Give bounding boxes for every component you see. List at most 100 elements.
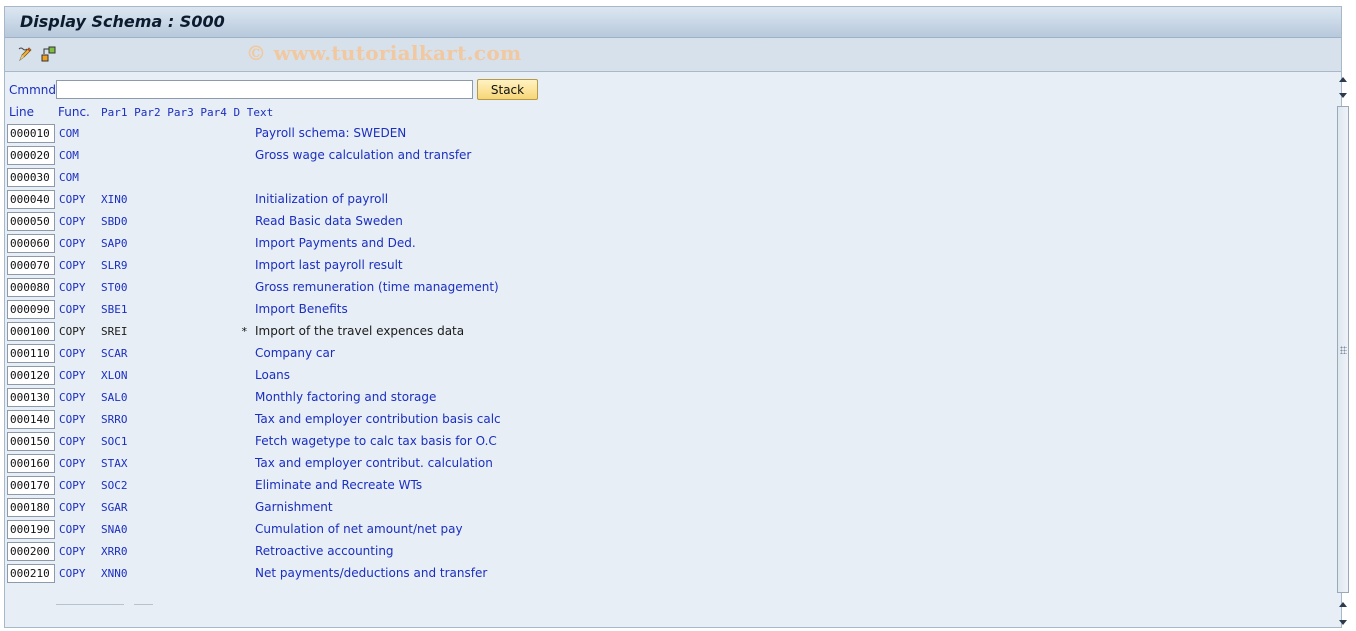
line-number-field[interactable]: 000140	[7, 410, 55, 429]
line-number-field[interactable]: 000020	[7, 146, 55, 165]
parameter1-cell: STAX	[101, 457, 128, 470]
table-row[interactable]: 000200 COPY XRR0 Retroactive accounting	[5, 541, 805, 563]
empty-func-field[interactable]	[134, 604, 153, 605]
deactivation-flag: *	[241, 325, 248, 338]
parameter1-cell: ST00	[101, 281, 128, 294]
line-number-field[interactable]: 000050	[7, 212, 55, 231]
function-cell: COPY	[59, 567, 86, 580]
table-row[interactable]: 000210 COPY XNN0 Net payments/deductions an…	[5, 563, 805, 585]
table-row[interactable]: 000150 COPY SOC1 Fetch wagetype to calc tax…	[5, 431, 805, 453]
line-number-field[interactable]: 000060	[7, 234, 55, 253]
table-row[interactable]: 000130 COPY SAL0 Monthly factoring and stor…	[5, 387, 805, 409]
vertical-scrollbar[interactable]	[1336, 72, 1352, 629]
table-row[interactable]: 000060 COPY SAP0 Import Payments and Ded.	[5, 233, 805, 255]
line-number-field[interactable]: 000200	[7, 542, 55, 561]
command-input[interactable]	[56, 80, 473, 99]
text-cell: Gross remuneration (time management)	[255, 280, 499, 294]
line-number-field[interactable]: 000090	[7, 300, 55, 319]
table-row[interactable]: 000050 COPY SBD0 Read Basic data Sweden	[5, 211, 805, 233]
text-cell: Monthly factoring and storage	[255, 390, 437, 404]
table-row[interactable]: 000140 COPY SRRO Tax and employer contribut…	[5, 409, 805, 431]
parameter1-cell: SBE1	[101, 303, 128, 316]
line-number-field[interactable]: 000070	[7, 256, 55, 275]
line-number-field[interactable]: 000170	[7, 476, 55, 495]
line-number-field[interactable]: 000120	[7, 366, 55, 385]
table-row[interactable]: 000180 COPY SGAR Garnishment	[5, 497, 805, 519]
grip-icon	[1340, 345, 1347, 354]
text-cell: Payroll schema: SWEDEN	[255, 126, 407, 140]
function-cell: COPY	[59, 369, 86, 382]
table-row[interactable]: 000170 COPY SOC2 Eliminate and Recreate WTs	[5, 475, 805, 497]
arrow-down-icon	[1339, 92, 1347, 98]
structure-icon[interactable]	[40, 45, 58, 63]
schema-window: Display Schema : S000 © www.tutorialkart…	[4, 6, 1342, 628]
column-header-line: Line	[9, 105, 35, 119]
function-cell: COPY	[59, 259, 86, 272]
parameter1-cell: SCAR	[101, 347, 128, 360]
table-row[interactable]: 000010 COM Payroll schema: SWEDEN	[5, 123, 805, 145]
stack-button[interactable]: Stack	[477, 79, 538, 100]
scrollbar-thumb[interactable]	[1337, 106, 1349, 593]
line-number-field[interactable]: 000100	[7, 322, 55, 341]
line-number-field[interactable]: 000130	[7, 388, 55, 407]
line-number-field[interactable]: 000150	[7, 432, 55, 451]
text-cell: Eliminate and Recreate WTs	[255, 478, 423, 492]
table-row[interactable]: 000100 COPY SREI * Import of the travel expe…	[5, 321, 805, 343]
empty-line-field[interactable]	[56, 604, 124, 605]
parameter1-cell: SGAR	[101, 501, 128, 514]
parameter1-cell: XRR0	[101, 545, 128, 558]
watermark: © www.tutorialkart.com	[246, 41, 522, 65]
table-row[interactable]: 000160 COPY STAX Tax and employer contribut…	[5, 453, 805, 475]
column-header-func: Func.	[58, 105, 90, 119]
scroll-page-up-button[interactable]	[1336, 597, 1350, 611]
line-number-field[interactable]: 000110	[7, 344, 55, 363]
table-row[interactable]: 000030 COM	[5, 167, 805, 189]
parameter1-cell: XNN0	[101, 567, 128, 580]
function-cell: COPY	[59, 237, 86, 250]
table-row[interactable]: 000070 COPY SLR9 Import last payroll result	[5, 255, 805, 277]
text-cell: Loans	[255, 368, 291, 382]
line-number-field[interactable]: 000080	[7, 278, 55, 297]
line-number-field[interactable]: 000190	[7, 520, 55, 539]
function-cell: COPY	[59, 347, 86, 360]
function-cell: COM	[59, 149, 79, 162]
function-cell: COPY	[59, 501, 86, 514]
scroll-up-button[interactable]	[1336, 72, 1350, 86]
parameter1-cell: SOC1	[101, 435, 128, 448]
column-header-params: Par1 Par2 Par3 Par4 D Text	[101, 106, 274, 119]
arrow-up-icon	[1339, 601, 1347, 607]
text-cell: Gross wage calculation and transfer	[255, 148, 472, 162]
parameter1-cell: SOC2	[101, 479, 128, 492]
function-cell: COPY	[59, 435, 86, 448]
table-row[interactable]: 000120 COPY XLON Loans	[5, 365, 805, 387]
table-row[interactable]: 000110 COPY SCAR Company car	[5, 343, 805, 365]
text-cell: Company car	[255, 346, 335, 360]
scroll-page-down-button[interactable]	[1336, 88, 1350, 102]
parameter1-cell: SRRO	[101, 413, 128, 426]
line-number-field[interactable]: 000210	[7, 564, 55, 583]
function-cell: COPY	[59, 303, 86, 316]
schema-content: Cmmnd Stack Line Func. Par1 Par2 Par3 Pa…	[5, 72, 1325, 627]
parameter1-cell: SREI	[101, 325, 128, 338]
line-number-field[interactable]: 000180	[7, 498, 55, 517]
command-label: Cmmnd	[9, 83, 56, 97]
table-row[interactable]: 000090 COPY SBE1 Import Benefits	[5, 299, 805, 321]
table-row[interactable]: 000020 COM Gross wage calculation and tran…	[5, 145, 805, 167]
text-cell: Read Basic data Sweden	[255, 214, 403, 228]
text-cell: Tax and employer contribution basis calc	[255, 412, 501, 426]
function-cell: COPY	[59, 281, 86, 294]
line-number-field[interactable]: 000040	[7, 190, 55, 209]
line-number-field[interactable]: 000010	[7, 124, 55, 143]
table-row[interactable]: 000040 COPY XIN0 Initialization of payroll	[5, 189, 805, 211]
line-number-field[interactable]: 000160	[7, 454, 55, 473]
display-change-icon[interactable]	[16, 45, 34, 63]
table-row[interactable]: 000190 COPY SNA0 Cumulation of net amount/n…	[5, 519, 805, 541]
function-cell: COPY	[59, 325, 86, 338]
text-cell: Fetch wagetype to calc tax basis for O.C	[255, 434, 497, 448]
function-cell: COM	[59, 127, 79, 140]
scroll-down-button[interactable]	[1336, 615, 1350, 629]
parameter1-cell: SNA0	[101, 523, 128, 536]
table-row[interactable]: 000080 COPY ST00 Gross remuneration (time m…	[5, 277, 805, 299]
line-number-field[interactable]: 000030	[7, 168, 55, 187]
text-cell: Import of the travel expences data	[255, 324, 465, 338]
